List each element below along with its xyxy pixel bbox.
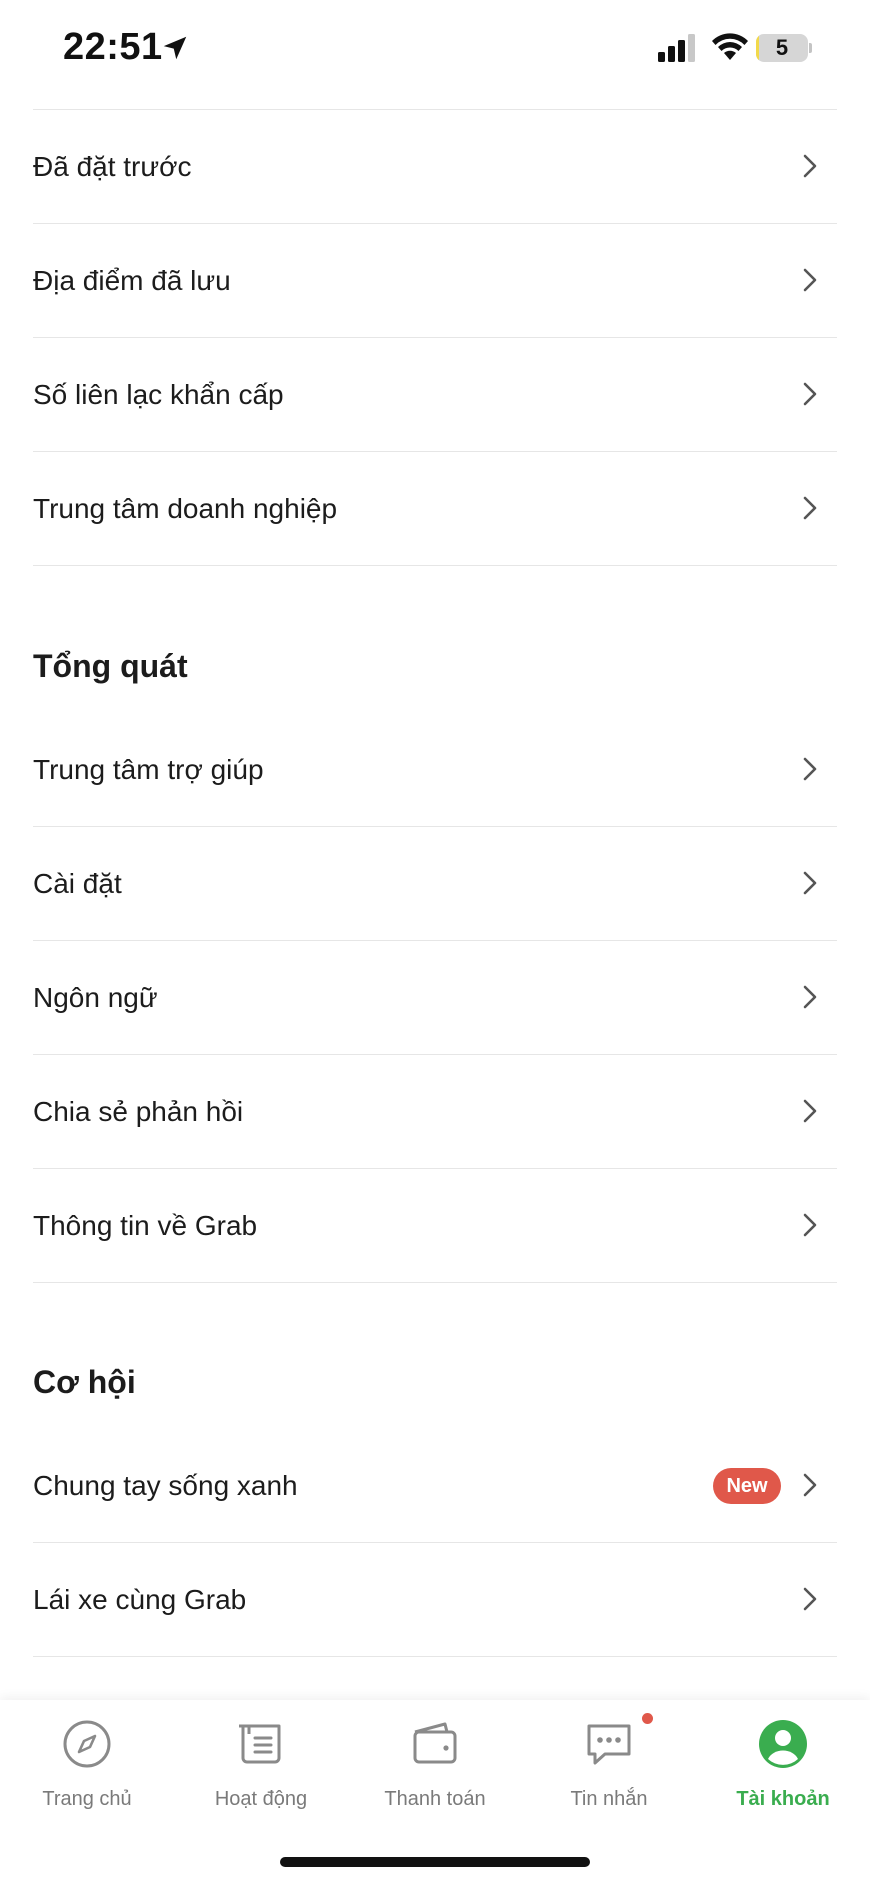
menu-item-label: Đã đặt trước <box>33 151 192 182</box>
menu-item-saved-places[interactable]: Địa điểm đã lưu <box>33 224 837 338</box>
menu-item-help-center[interactable]: Trung tâm trợ giúp <box>33 713 837 827</box>
chevron-right-icon <box>803 1213 817 1237</box>
menu-item-share-feedback[interactable]: Chia sẻ phản hồi <box>33 1055 837 1169</box>
chevron-right-icon <box>803 268 817 292</box>
menu-item-label: Số liên lạc khẩn cấp <box>33 379 284 410</box>
section-title-general: Tổng quát <box>33 648 188 684</box>
chevron-right-icon <box>803 1473 817 1497</box>
menu-item-label: Lái xe cùng Grab <box>33 1584 247 1615</box>
battery-indicator: 5 <box>756 34 812 62</box>
status-time: 22:51 <box>63 26 163 68</box>
menu-item-label: Địa điểm đã lưu <box>33 265 231 296</box>
nav-label: Thanh toán <box>384 1788 486 1810</box>
cellular-signal-icon <box>658 34 695 62</box>
nav-item-messages[interactable]: Tin nhắn <box>522 1700 696 1840</box>
nav-item-home[interactable]: Trang chủ <box>0 1700 174 1840</box>
menu-item-go-green[interactable]: Chung tay sống xanh New <box>33 1429 837 1543</box>
menu-item-about-grab[interactable]: Thông tin về Grab <box>33 1169 837 1283</box>
status-bar: 22:51 5 <box>0 0 870 100</box>
nav-label: Tin nhắn <box>570 1788 648 1810</box>
chevron-right-icon <box>803 382 817 406</box>
menu-item-label: Ngôn ngữ <box>33 982 158 1013</box>
bottom-navigation: Trang chủ Hoạt động Thanh toán Tin nhắn <box>0 1700 870 1883</box>
list-icon <box>239 1724 281 1764</box>
home-indicator <box>280 1857 590 1867</box>
menu-item-language[interactable]: Ngôn ngữ <box>33 941 837 1055</box>
nav-item-activity[interactable]: Hoạt động <box>174 1700 348 1840</box>
chevron-right-icon <box>803 757 817 781</box>
menu-item-label: Cài đặt <box>33 868 122 899</box>
nav-label: Tài khoản <box>736 1788 830 1810</box>
menu-item-label: Chung tay sống xanh <box>33 1470 298 1501</box>
chevron-right-icon <box>803 154 817 178</box>
menu-item-drive-with-grab[interactable]: Lái xe cùng Grab <box>33 1543 837 1657</box>
menu-item-emergency-contacts[interactable]: Số liên lạc khẩn cấp <box>33 338 837 452</box>
wallet-icon <box>413 1722 457 1764</box>
menu-item-reservations[interactable]: Đã đặt trước <box>33 110 837 224</box>
chevron-right-icon <box>803 1587 817 1611</box>
chat-icon <box>587 1724 631 1765</box>
notification-dot <box>642 1713 653 1724</box>
menu-item-settings[interactable]: Cài đặt <box>33 827 837 941</box>
chevron-right-icon <box>803 1099 817 1123</box>
menu-item-business-center[interactable]: Trung tâm doanh nghiệp <box>33 452 837 566</box>
nav-item-account[interactable]: Tài khoản <box>696 1700 870 1840</box>
nav-item-payment[interactable]: Thanh toán <box>348 1700 522 1840</box>
location-arrow-icon <box>163 36 187 60</box>
menu-item-label: Trung tâm trợ giúp <box>33 754 264 785</box>
section-title-opportunity: Cơ hội <box>33 1364 136 1400</box>
menu-item-label: Trung tâm doanh nghiệp <box>33 493 338 524</box>
nav-label: Trang chủ <box>42 1788 132 1810</box>
nav-label: Hoạt động <box>214 1788 308 1810</box>
chevron-right-icon <box>803 871 817 895</box>
menu-item-label: Thông tin về Grab <box>33 1210 258 1241</box>
chevron-right-icon <box>803 496 817 520</box>
battery-level: 5 <box>775 35 789 60</box>
chevron-right-icon <box>803 985 817 1009</box>
wifi-icon <box>712 33 748 60</box>
compass-icon <box>63 1720 111 1768</box>
account-icon <box>759 1720 807 1768</box>
menu-item-label: Chia sẻ phản hồi <box>33 1096 244 1127</box>
new-badge: New <box>713 1468 781 1504</box>
